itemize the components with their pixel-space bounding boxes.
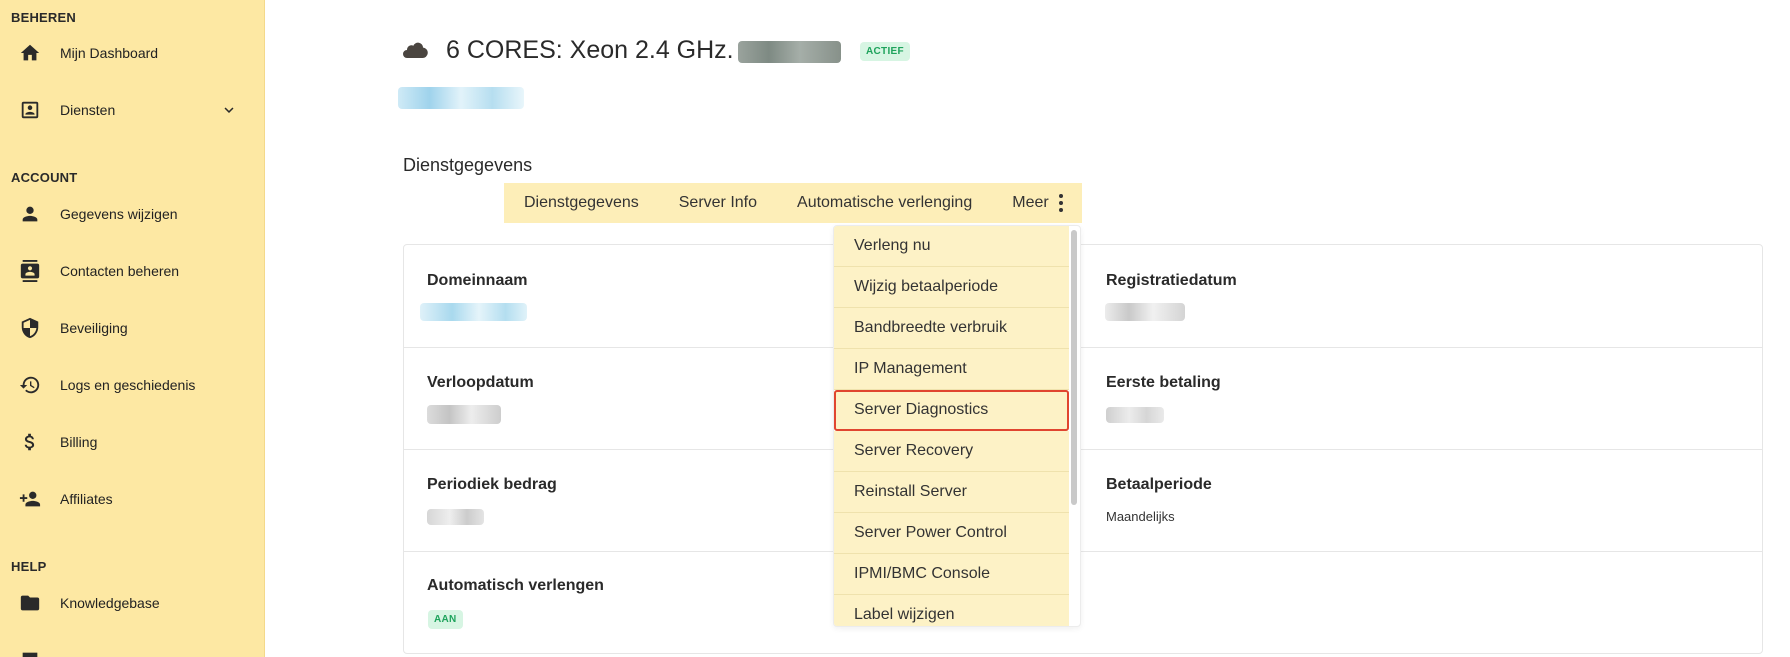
field-label-verloopdatum: Verloopdatum (427, 374, 534, 391)
auto-renew-badge: AAN (428, 610, 463, 629)
redacted-eerste-betaling (1106, 407, 1164, 423)
sidebar: BEHEREN Mijn Dashboard Diensten ACCOUNT … (0, 0, 265, 657)
dropdown-scrollbar[interactable] (1071, 230, 1077, 505)
menu-item-wijzig-betaalperiode[interactable]: Wijzig betaalperiode (834, 267, 1069, 308)
redacted-subtitle (398, 87, 524, 109)
ticket-icon (19, 649, 41, 657)
field-label-betaalperiode: Betaalperiode (1106, 476, 1212, 493)
contacts-icon (19, 260, 41, 282)
field-label-domeinnaam: Domeinnaam (427, 272, 528, 289)
person-add-icon (19, 488, 41, 510)
sidebar-section-title: HELP (11, 559, 47, 574)
sidebar-section-title: BEHEREN (11, 10, 76, 25)
menu-item-verleng-nu[interactable]: Verleng nu (834, 226, 1069, 267)
field-label-periodiek-bedrag: Periodiek bedrag (427, 476, 557, 493)
menu-item-ip-management[interactable]: IP Management (834, 349, 1069, 390)
tab-dienstgegevens[interactable]: Dienstgegevens (504, 194, 659, 212)
sidebar-item-affiliates[interactable]: Affiliates (0, 477, 264, 521)
home-icon (19, 42, 41, 64)
sidebar-item-beveiliging[interactable]: Beveiliging (0, 306, 264, 350)
section-heading: Dienstgegevens (403, 155, 533, 175)
sidebar-item-label: Beveiliging (60, 320, 128, 336)
redacted-verloopdatum (427, 405, 501, 424)
redacted-domeinnaam (420, 303, 527, 321)
shield-icon (19, 317, 41, 339)
redacted-periodiek-bedrag (427, 509, 484, 525)
redacted-hostname (738, 41, 841, 63)
tab-meer-label: Meer (1012, 194, 1049, 211)
tab-meer[interactable]: Meer (992, 194, 1082, 212)
sidebar-item-contacten[interactable]: Contacten beheren (0, 249, 264, 293)
field-label-automatisch-verlengen: Automatisch verlengen (427, 577, 604, 594)
chevron-down-icon[interactable] (220, 101, 238, 119)
field-value-betaalperiode: Maandelijks (1106, 509, 1175, 524)
folder-icon (19, 592, 41, 614)
field-label-eerste-betaling: Eerste betaling (1106, 374, 1221, 391)
sidebar-item-knowledgebase[interactable]: Knowledgebase (0, 581, 264, 625)
sidebar-item-logs[interactable]: Logs en geschiedenis (0, 363, 264, 407)
person-icon (19, 203, 41, 225)
sidebar-item-label: Affiliates (60, 491, 113, 507)
menu-item-server-power-control[interactable]: Server Power Control (834, 513, 1069, 554)
cloud-icon (403, 42, 428, 59)
menu-item-label-wijzigen[interactable]: Label wijzigen (834, 595, 1069, 626)
menu-item-server-diagnostics[interactable]: Server Diagnostics (834, 390, 1069, 431)
menu-item-ipmi-bmc-console[interactable]: IPMI/BMC Console (834, 554, 1069, 595)
sidebar-item-label: Gegevens wijzigen (60, 206, 178, 222)
sidebar-item-billing[interactable]: Billing (0, 420, 264, 464)
sidebar-item-gegevens[interactable]: Gegevens wijzigen (0, 192, 264, 236)
sidebar-item-label: Logs en geschiedenis (60, 377, 196, 393)
sidebar-item-label: Mijn Dashboard (60, 45, 159, 61)
sidebar-item-partial[interactable] (0, 638, 264, 657)
contact-card-icon (19, 99, 41, 121)
sidebar-item-dashboard[interactable]: Mijn Dashboard (0, 31, 264, 75)
row-divider (404, 449, 1762, 450)
menu-item-bandbreedte-verbruik[interactable]: Bandbreedte verbruik (834, 308, 1069, 349)
sidebar-item-label: Contacten beheren (60, 263, 180, 279)
dropdown-list: Verleng nu Wijzig betaalperiode Bandbree… (834, 226, 1069, 626)
tab-server-info[interactable]: Server Info (659, 194, 777, 212)
tab-automatische-verlenging[interactable]: Automatische verlenging (777, 194, 992, 212)
status-badge: ACTIEF (860, 42, 910, 61)
redacted-registratiedatum (1105, 303, 1185, 321)
sidebar-section-title: ACCOUNT (11, 170, 78, 185)
sidebar-item-label: Diensten (60, 102, 116, 118)
sidebar-item-label: Billing (60, 434, 98, 450)
tab-bar: Dienstgegevens Server Info Automatische … (504, 183, 1082, 223)
dollar-icon (19, 431, 41, 453)
history-icon (19, 374, 41, 396)
sidebar-item-diensten[interactable]: Diensten (0, 88, 264, 132)
more-dropdown-menu: Verleng nu Wijzig betaalperiode Bandbree… (833, 225, 1081, 627)
page-title: 6 CORES: Xeon 2.4 GHz. (446, 36, 734, 64)
more-vertical-icon (1058, 194, 1063, 212)
menu-item-server-recovery[interactable]: Server Recovery (834, 431, 1069, 472)
row-divider (404, 551, 1762, 552)
menu-item-reinstall-server[interactable]: Reinstall Server (834, 472, 1069, 513)
field-label-registratiedatum: Registratiedatum (1106, 272, 1237, 289)
sidebar-item-label: Knowledgebase (60, 595, 160, 611)
row-divider (404, 347, 1762, 348)
